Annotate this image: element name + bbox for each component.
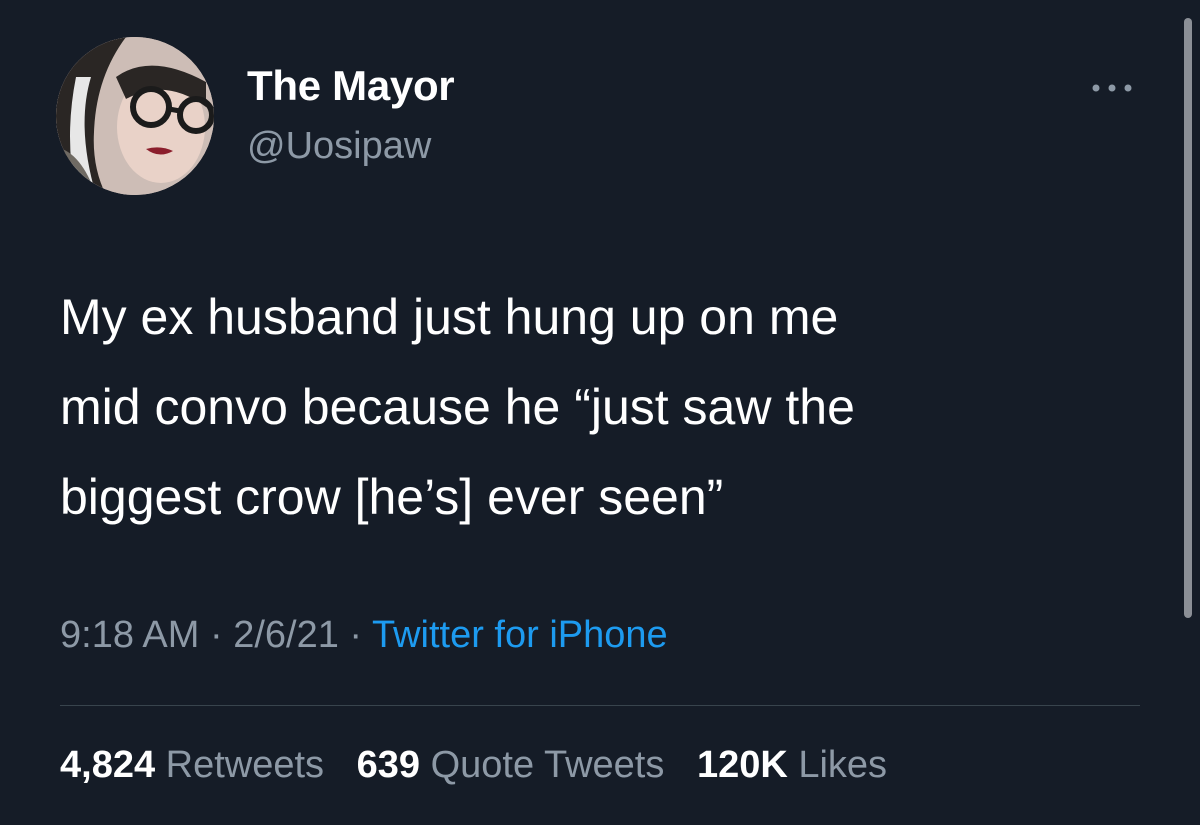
likes-count: 120K bbox=[696, 744, 788, 786]
retweets-stat[interactable]: 4,824 Retweets bbox=[60, 744, 324, 786]
retweets-label: Retweets bbox=[165, 744, 325, 786]
tweet-text-line: mid convo because he “just saw the bbox=[60, 379, 855, 435]
meta-separator: · bbox=[199, 614, 234, 656]
retweets-count: 4,824 bbox=[60, 744, 156, 786]
tweet-text-line: My ex husband just hung up on me bbox=[60, 289, 839, 345]
avatar[interactable] bbox=[56, 37, 214, 195]
more-horizontal-icon bbox=[1092, 84, 1132, 92]
tweet-text: My ex husband just hung up on me mid con… bbox=[60, 272, 1150, 542]
quote-tweets-stat[interactable]: 639 Quote Tweets bbox=[357, 744, 665, 786]
profile-photo-icon bbox=[56, 37, 214, 195]
tweet-source-link[interactable]: Twitter for iPhone bbox=[372, 614, 668, 656]
quote-tweets-count: 639 bbox=[356, 744, 421, 786]
likes-stat[interactable]: 120K Likes bbox=[697, 744, 887, 786]
tweet-stats: 4,824 Retweets 639 Quote Tweets 120K Lik… bbox=[60, 744, 909, 787]
divider bbox=[60, 705, 1140, 706]
tweet-time[interactable]: 9:18 AM bbox=[60, 614, 199, 656]
quote-tweets-label: Quote Tweets bbox=[430, 744, 665, 786]
meta-separator: · bbox=[338, 614, 372, 656]
tweet-date[interactable]: 2/6/21 bbox=[233, 614, 339, 656]
scrollbar[interactable] bbox=[1184, 18, 1192, 618]
tweet-text-line: biggest crow [he’s] ever seen” bbox=[60, 469, 724, 525]
likes-label: Likes bbox=[798, 744, 888, 786]
user-handle[interactable]: @Uosipaw bbox=[247, 125, 431, 168]
display-name[interactable]: The Mayor bbox=[247, 62, 455, 110]
more-options-button[interactable] bbox=[1088, 76, 1136, 100]
tweet-meta: 9:18 AM · 2/6/21 · Twitter for iPhone bbox=[60, 614, 668, 657]
tweet-card: The Mayor @Uosipaw My ex husband just hu… bbox=[0, 0, 1200, 825]
